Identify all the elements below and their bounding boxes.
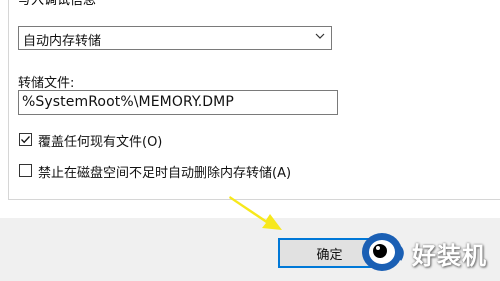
dump-file-value: %SystemRoot%\MEMORY.DMP [22, 94, 234, 110]
checkmark-icon [21, 136, 30, 144]
groupbox-left-border [8, 0, 9, 200]
dump-type-value: 自动内存转储 [23, 34, 102, 49]
dump-file-input[interactable]: %SystemRoot%\MEMORY.DMP [18, 90, 338, 115]
dump-type-select[interactable]: 自动内存转储 [18, 26, 332, 50]
watermark-logo-icon [362, 233, 404, 271]
disable-auto-delete-label[interactable]: 禁止在磁盘空间不足时自动删除内存转储(A) [38, 162, 291, 181]
overwrite-checkbox[interactable] [19, 133, 32, 146]
disable-auto-delete-checkbox[interactable] [19, 164, 32, 177]
dialog-panel: 写入调试信息 自动内存转储 转储文件: %SystemRoot%\MEMORY.… [0, 0, 500, 218]
dump-file-label: 转储文件: [18, 76, 75, 91]
pointer-arrow-icon [229, 196, 282, 230]
overwrite-label[interactable]: 覆盖任何现有文件(O) [38, 131, 162, 150]
chevron-down-icon [315, 33, 325, 39]
groupbox-title: 写入调试信息 [18, 0, 101, 9]
watermark-text: 好装机 [412, 242, 487, 270]
